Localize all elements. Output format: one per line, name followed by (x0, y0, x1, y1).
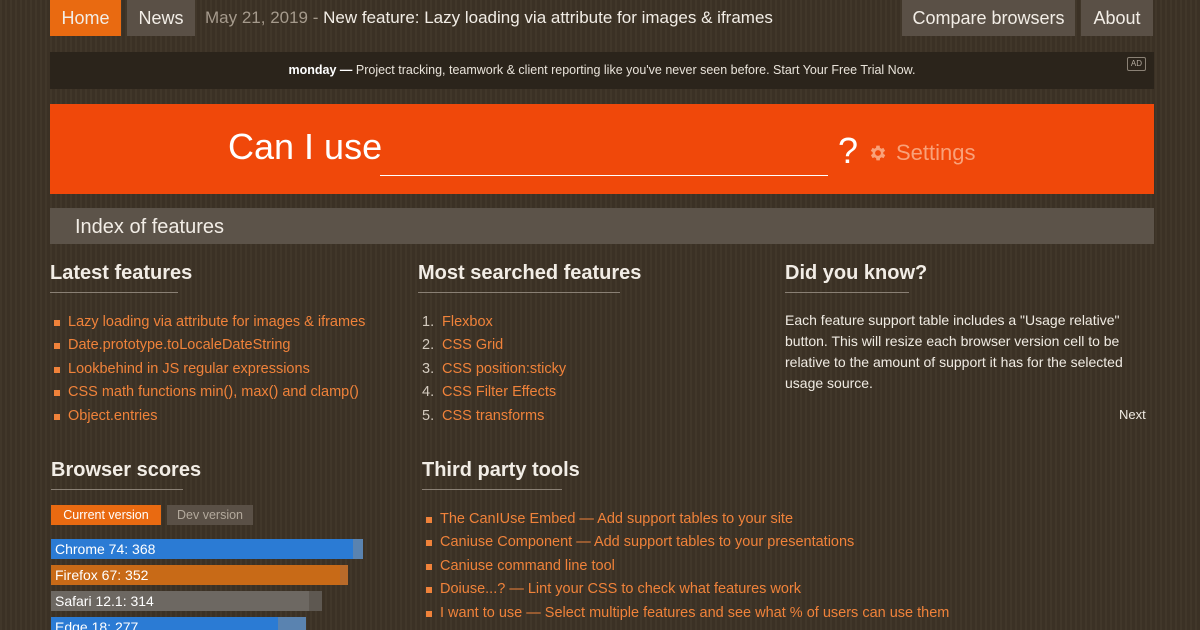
most-searched-label: CSS position:sticky (442, 360, 567, 377)
latest-feature-item[interactable]: Object.entries (50, 405, 365, 428)
nav-about-link[interactable]: About (1081, 0, 1153, 36)
settings-button[interactable]: Settings (868, 140, 976, 166)
nav-news-link[interactable]: News (127, 0, 195, 36)
most-searched-item[interactable]: 1. Flexbox (422, 311, 566, 334)
tab-dev-version[interactable]: Dev version (167, 505, 253, 525)
feature-search-input[interactable] (380, 132, 828, 176)
ad-text: Project tracking, teamwork & client repo… (352, 63, 916, 77)
browser-scores-heading: Browser scores (51, 459, 201, 490)
latest-feature-item[interactable]: CSS math functions min(), max() and clam… (50, 381, 365, 404)
most-searched-list: 1. Flexbox 2. CSS Grid 3. CSS position:stic… (422, 311, 566, 428)
most-searched-item[interactable]: 4. CSS Filter Effects (422, 381, 566, 404)
third-party-tool-link[interactable]: Caniuse Component — Add support tables t… (422, 531, 949, 554)
rank-number: 3. (422, 360, 435, 377)
most-searched-label: CSS Grid (442, 337, 504, 354)
ad-banner[interactable]: monday — Project tracking, teamwork & cl… (50, 52, 1154, 89)
most-searched-label: Flexbox (442, 314, 493, 330)
gear-icon (870, 145, 886, 161)
most-searched-heading: Most searched features (418, 262, 641, 293)
search-hero: Can I use ? Settings (50, 104, 1154, 194)
third-party-tools-heading: Third party tools (422, 459, 580, 490)
did-you-know-text: Each feature support table includes a "U… (785, 312, 1123, 391)
nav-compare-browsers-link[interactable]: Compare browsers (902, 0, 1075, 36)
did-you-know-next-button[interactable]: Next (1119, 407, 1146, 422)
search-label: Can I use (228, 126, 383, 167)
tab-current-version[interactable]: Current version (51, 505, 161, 525)
rank-number: 2. (422, 337, 435, 354)
most-searched-item[interactable]: 5. CSS transforms (422, 405, 566, 428)
ad-brand: monday — (288, 63, 353, 77)
third-party-tool-link[interactable]: I want to use — Select multiple features… (422, 602, 949, 625)
latest-feature-item[interactable]: Lookbehind in JS regular expressions (50, 358, 365, 381)
most-searched-item[interactable]: 2. CSS Grid (422, 334, 566, 357)
news-date: May 21, 2019 (205, 8, 309, 27)
latest-features-heading: Latest features (50, 262, 192, 293)
most-searched-label: CSS transforms (442, 407, 545, 424)
browser-score-label: Chrome 74: 368 (55, 541, 156, 557)
news-headline: New feature: Lazy loading via attribute … (323, 8, 773, 27)
search-question-mark: ? (838, 130, 859, 171)
browser-score-label: Safari 12.1: 314 (55, 593, 154, 609)
index-title: Index of features (75, 216, 224, 238)
top-navigation: Home News May 21, 2019 - New feature: La… (50, 0, 1154, 37)
nav-home-link[interactable]: Home (50, 0, 121, 36)
third-party-tool-link[interactable]: Caniuse command line tool (422, 555, 949, 578)
latest-feature-item[interactable]: Lazy loading via attribute for images & … (50, 311, 365, 334)
rank-number: 5. (422, 407, 435, 424)
latest-features-list: Lazy loading via attribute for images & … (50, 311, 365, 428)
did-you-know-heading: Did you know? (785, 262, 927, 293)
most-searched-label: CSS Filter Effects (442, 384, 557, 401)
rank-number: 1. (422, 314, 435, 330)
third-party-tool-link[interactable]: Doiuse...? — Lint your CSS to check what… (422, 578, 949, 601)
third-party-tool-link[interactable]: The CanIUse Embed — Add support tables t… (422, 508, 949, 531)
index-of-features-link[interactable]: Index of features (50, 208, 1154, 244)
settings-label: Settings (896, 140, 976, 165)
browser-score-label: Edge 18: 277 (55, 619, 139, 630)
ad-badge[interactable]: AD (1126, 57, 1146, 71)
news-headline-link[interactable]: May 21, 2019 - New feature: Lazy loading… (205, 0, 773, 36)
most-searched-item[interactable]: 3. CSS position:sticky (422, 358, 566, 381)
rank-number: 4. (422, 384, 435, 401)
browser-score-label: Firefox 67: 352 (55, 567, 149, 583)
third-party-tools-list: The CanIUse Embed — Add support tables t… (422, 508, 949, 625)
news-separator: - (308, 8, 324, 27)
latest-feature-item[interactable]: Date.prototype.toLocaleDateString (50, 334, 365, 357)
